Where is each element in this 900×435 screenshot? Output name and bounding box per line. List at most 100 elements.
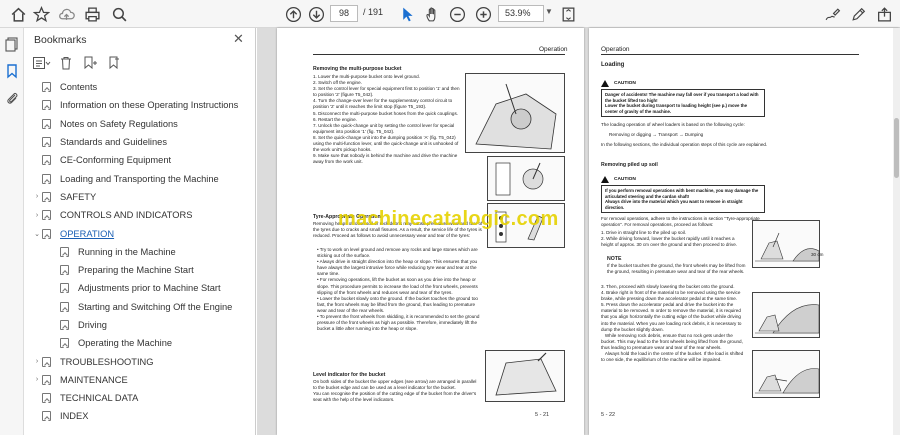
fit-icon[interactable] [558, 4, 578, 24]
bookmark-item[interactable]: Contents [24, 78, 256, 96]
warning-icon [601, 80, 609, 87]
bookmark-item[interactable]: Driving [24, 316, 256, 334]
bookmark-item[interactable]: Loading and Transporting the Machine [24, 169, 256, 187]
bookmark-item[interactable]: Operating the Machine [24, 334, 256, 352]
expand-bookmark-icon[interactable] [104, 54, 124, 72]
bookmark-item[interactable]: ⌄ OPERATION [24, 224, 256, 242]
pdf-page-right: Operation Loading CAUTION Danger of acci… [589, 28, 899, 435]
bookmark-item[interactable]: Notes on Safety Regulations [24, 115, 256, 133]
bookmark-flag-icon [60, 246, 69, 257]
bucket-figure [485, 350, 565, 402]
bookmark-label: INDEX [60, 411, 89, 422]
bookmark-item[interactable]: › MAINTENANCE [24, 371, 256, 389]
zoom-input[interactable]: 53.9% [498, 5, 544, 22]
bookmark-flag-icon [42, 356, 51, 367]
bookmark-item[interactable]: › TROUBLESHOOTING [24, 352, 256, 370]
sign-icon[interactable] [822, 4, 842, 24]
expand-caret-icon[interactable]: › [32, 358, 42, 365]
bookmark-item[interactable]: Preparing the Machine Start [24, 261, 256, 279]
print-icon[interactable] [82, 4, 102, 24]
bookmark-item[interactable]: Adjustments prior to Machine Start [24, 279, 256, 297]
pointer-icon[interactable] [397, 4, 417, 24]
vertical-scrollbar[interactable] [893, 28, 900, 435]
bookmark-label: TECHNICAL DATA [60, 393, 139, 404]
page-footer: 5 - 22 [601, 412, 616, 418]
expand-caret-icon[interactable]: › [32, 193, 42, 200]
attachment-icon[interactable] [4, 90, 20, 106]
zoom-out-icon[interactable] [447, 4, 467, 24]
bookmark-item[interactable]: Starting and Switching Off the Engine [24, 298, 256, 316]
caution-label: CAUTION [601, 80, 636, 87]
bookmark-flag-icon [42, 228, 51, 239]
bookmark-flag-icon [60, 265, 69, 276]
bookmark-flag-icon [42, 137, 51, 148]
removing-steps: 1. Drive in straight line to the piled u… [601, 230, 738, 248]
bookmark-icon[interactable] [4, 63, 20, 79]
note-text: If the bucket touches the ground, the fr… [607, 263, 746, 275]
scrollbar-thumb[interactable] [894, 118, 899, 178]
bookmark-label: Preparing the Machine Start [78, 265, 194, 276]
caution-text: CAUTION [614, 177, 636, 182]
bookmark-flag-icon [42, 100, 51, 111]
bookmark-label: Driving [78, 320, 107, 330]
upload-icon[interactable] [56, 4, 76, 24]
level-paragraph: On both sides of the bucket the upper ed… [313, 379, 477, 403]
section-title-level: Level indicator for the bucket [313, 372, 386, 378]
page-number-input[interactable]: 98 [330, 5, 358, 22]
options-icon[interactable] [32, 54, 52, 72]
bookmark-item[interactable]: Information on these Operating Instructi… [24, 96, 256, 114]
tyre-bullets: • Try to work on level ground and remove… [317, 247, 480, 332]
home-icon[interactable] [8, 4, 28, 24]
bookmark-item[interactable]: TECHNICAL DATA [24, 389, 256, 407]
expand-caret-icon[interactable]: ⌄ [32, 230, 42, 238]
section-title: Removing the multi-purpose bucket [313, 66, 402, 72]
bookmark-label: Contents [60, 82, 98, 93]
expand-caret-icon[interactable]: › [32, 376, 42, 383]
expand-caret-icon[interactable]: › [32, 212, 42, 219]
bookmark-label: Operating the Machine [78, 338, 173, 349]
share-icon[interactable] [874, 4, 894, 24]
bookmark-flag-icon [60, 283, 69, 294]
bookmark-label: Loading and Transporting the Machine [60, 173, 219, 184]
add-bookmark-icon[interactable] [80, 54, 100, 72]
bookmark-label: Starting and Switching Off the Engine [78, 301, 233, 312]
bookmark-label: TROUBLESHOOTING [60, 356, 154, 367]
loader-removing-figure [752, 350, 820, 398]
warning-icon [601, 176, 609, 183]
page-up-icon[interactable] [283, 4, 303, 24]
zoom-dropdown-icon[interactable]: ▼ [545, 7, 553, 16]
bookmark-label: CONTROLS AND INDICATORS [60, 210, 193, 221]
delete-icon[interactable] [56, 54, 76, 72]
bookmark-item[interactable]: CE-Conforming Equipment [24, 151, 256, 169]
loading-paragraph-2: In the following sections, the individua… [601, 142, 768, 147]
pages-icon[interactable] [4, 36, 20, 52]
panel-title: Bookmarks [34, 34, 87, 46]
bookmark-flag-icon [60, 301, 69, 312]
navigation-strip [0, 28, 24, 435]
removing-paragraph: For removal operations, adhere to the in… [601, 216, 760, 228]
bookmark-item[interactable]: › SAFETY [24, 188, 256, 206]
bookmark-flag-icon [42, 155, 51, 166]
bookmark-item[interactable]: Running in the Machine [24, 243, 256, 261]
bookmark-flag-icon [42, 374, 51, 385]
page-down-icon[interactable] [306, 4, 326, 24]
bookmark-label: Running in the Machine [78, 246, 176, 257]
note-label: NOTE [607, 256, 622, 262]
close-icon[interactable]: ✕ [233, 31, 244, 47]
section-title-loading: Loading [601, 62, 625, 68]
document-viewer[interactable]: Operation Removing the multi-purpose buc… [257, 28, 900, 435]
bookmark-item[interactable]: Standards and Guidelines [24, 133, 256, 151]
search-icon[interactable] [109, 4, 129, 24]
caution-label-2: CAUTION [601, 176, 636, 183]
bookmark-item[interactable]: INDEX [24, 407, 256, 425]
bookmark-item[interactable]: › CONTROLS AND INDICATORS [24, 206, 256, 224]
pen-icon[interactable] [848, 4, 868, 24]
zoom-in-icon[interactable] [473, 4, 493, 24]
hand-icon[interactable] [422, 4, 442, 24]
bookmark-label: Adjustments prior to Machine Start [78, 283, 221, 294]
page-header: Operation [539, 46, 568, 53]
bookmark-label: SAFETY [60, 191, 97, 202]
bookmark-flag-icon [42, 411, 51, 422]
toolbar: 98 / 191 53.9% ▼ [0, 0, 900, 28]
star-icon[interactable] [31, 4, 51, 24]
